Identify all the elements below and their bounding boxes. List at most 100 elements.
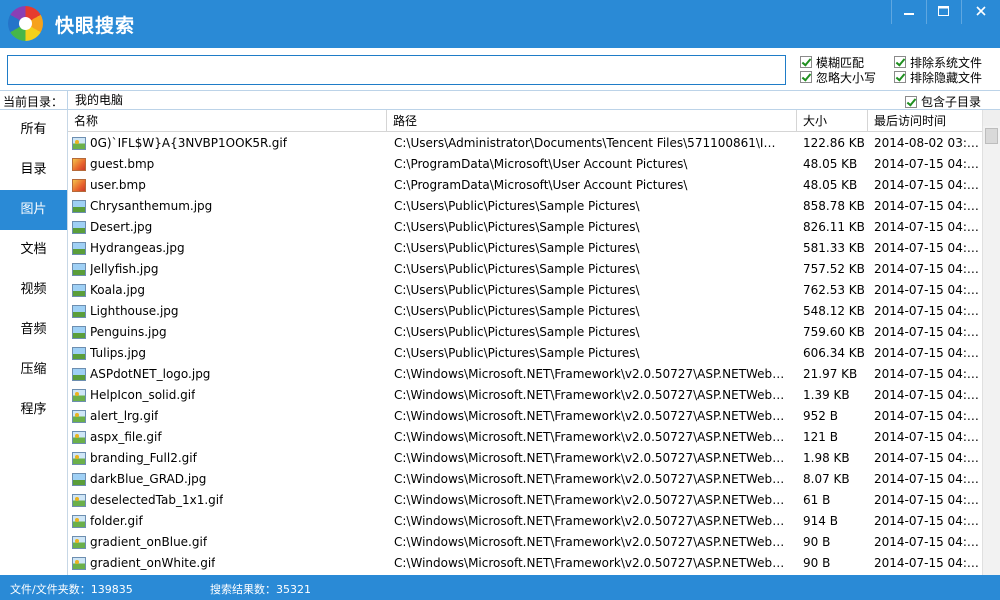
table-row[interactable]: Penguins.jpg C:\Users\Public\Pictures\Sam…: [68, 322, 982, 343]
table-row[interactable]: ASPdotNET_logo.jpg C:\Windows\Microsoft.N…: [68, 364, 982, 385]
jpg-icon: [72, 347, 86, 360]
option-ignore-case[interactable]: 忽略大小写: [800, 69, 876, 85]
app-logo-icon: [8, 6, 43, 41]
cell-last-access: 2014-07-15 04:05: [874, 262, 982, 276]
minimize-button[interactable]: [891, 0, 925, 24]
sidebar-item-documents[interactable]: 文档: [0, 230, 67, 270]
cell-name: 0G)`IFL$W}A{3NVBP1OOK5R.gif: [72, 133, 384, 154]
cell-name: Penguins.jpg: [72, 322, 384, 343]
category-sidebar: 所有 目录 图片 文档 视频 音频 压缩 程序: [0, 110, 68, 575]
option-label: 忽略大小写: [816, 70, 877, 85]
table-row[interactable]: folder.gif C:\Windows\Microsoft.NET\Frame…: [68, 511, 982, 532]
cell-last-access: 2014-08-02 03:58: [874, 136, 982, 150]
cell-name: Jellyfish.jpg: [72, 259, 384, 280]
table-row[interactable]: HelpIcon_solid.gif C:\Windows\Microsoft.N…: [68, 385, 982, 406]
cell-name: branding_Full2.gif: [72, 448, 384, 469]
jpg-icon: [72, 221, 86, 234]
results-table: 名称 路径 大小 最后访问时间 0G)`IFL$W}A{3NVBP1OOK5R.…: [68, 110, 1000, 575]
file-name: Tulips.jpg: [90, 346, 147, 360]
cell-path: C:\Windows\Microsoft.NET\Framework\v2.0.…: [394, 472, 786, 486]
table-row[interactable]: branding_Full2.gif C:\Windows\Microsoft.N…: [68, 448, 982, 469]
cell-last-access: 2014-07-15 04:05: [874, 220, 982, 234]
cell-name: guest.bmp: [72, 154, 384, 175]
cell-size: 914 B: [803, 514, 838, 528]
status-bar: 文件/文件夹数：139835 搜索结果数：35321: [0, 575, 1000, 600]
sidebar-item-videos[interactable]: 视频: [0, 270, 67, 310]
table-row[interactable]: Desert.jpg C:\Users\Public\Pictures\Sampl…: [68, 217, 982, 238]
table-row[interactable]: Chrysanthemum.jpg C:\Users\Public\Picture…: [68, 196, 982, 217]
cell-name: deselectedTab_1x1.gif: [72, 490, 384, 511]
cell-name: folder.gif: [72, 511, 384, 532]
sidebar-item-audio[interactable]: 音频: [0, 310, 67, 350]
file-name: Chrysanthemum.jpg: [90, 199, 213, 213]
file-name: Desert.jpg: [90, 220, 153, 234]
sidebar-item-folders[interactable]: 目录: [0, 150, 67, 190]
sidebar-item-programs[interactable]: 程序: [0, 390, 67, 430]
gif-icon: [72, 557, 86, 570]
cell-path: C:\Users\Public\Pictures\Sample Pictures…: [394, 304, 640, 318]
jpg-icon: [72, 305, 86, 318]
fuzzy-match-checkbox[interactable]: [800, 56, 812, 68]
table-row[interactable]: Tulips.jpg C:\Users\Public\Pictures\Sampl…: [68, 343, 982, 364]
sidebar-item-archives[interactable]: 压缩: [0, 350, 67, 390]
table-row[interactable]: Hydrangeas.jpg C:\Users\Public\Pictures\S…: [68, 238, 982, 259]
table-row[interactable]: user.bmp C:\ProgramData\Microsoft\User Ac…: [68, 175, 982, 196]
column-header-size[interactable]: 大小: [797, 110, 868, 132]
file-name: guest.bmp: [90, 157, 155, 171]
table-row[interactable]: alert_lrg.gif C:\Windows\Microsoft.NET\Fr…: [68, 406, 982, 427]
current-dir-value[interactable]: 我的电脑: [67, 91, 123, 110]
bmp-icon: [72, 158, 86, 171]
file-name: Jellyfish.jpg: [90, 262, 159, 276]
cell-size: 122.86 KB: [803, 136, 865, 150]
cell-name: Hydrangeas.jpg: [72, 238, 384, 259]
exclude-hidden-files-checkbox[interactable]: [894, 71, 906, 83]
table-row[interactable]: guest.bmp C:\ProgramData\Microsoft\User A…: [68, 154, 982, 175]
table-row[interactable]: 0G)`IFL$W}A{3NVBP1OOK5R.gif C:\Users\Admi…: [68, 133, 982, 154]
cell-name: Lighthouse.jpg: [72, 301, 384, 322]
table-row[interactable]: gradient_onBlue.gif C:\Windows\Microsoft.…: [68, 532, 982, 553]
table-row[interactable]: Jellyfish.jpg C:\Users\Public\Pictures\Sa…: [68, 259, 982, 280]
scroll-thumb[interactable]: [985, 128, 998, 144]
table-row[interactable]: gradient_onWhite.gif C:\Windows\Microsoft…: [68, 553, 982, 574]
sidebar-item-images[interactable]: 图片: [0, 190, 67, 230]
maximize-button[interactable]: [926, 0, 960, 24]
table-row[interactable]: darkBlue_GRAD.jpg C:\Windows\Microsoft.NE…: [68, 469, 982, 490]
cell-last-access: 2014-07-15 04:05: [874, 157, 982, 171]
table-row[interactable]: deselectedTab_1x1.gif C:\Windows\Microsof…: [68, 490, 982, 511]
table-row[interactable]: Koala.jpg C:\Users\Public\Pictures\Sample…: [68, 280, 982, 301]
column-header-name[interactable]: 名称: [68, 110, 387, 132]
close-button[interactable]: [961, 0, 1000, 24]
table-row[interactable]: Lighthouse.jpg C:\Users\Public\Pictures\S…: [68, 301, 982, 322]
cell-name: Chrysanthemum.jpg: [72, 196, 384, 217]
scroll-up-button[interactable]: [983, 110, 1000, 126]
ignore-case-checkbox[interactable]: [800, 71, 812, 83]
cell-size: 8.07 KB: [803, 472, 850, 486]
option-exclude-hidden-files[interactable]: 排除隐藏文件: [894, 69, 982, 85]
cell-size: 21.97 KB: [803, 367, 858, 381]
cell-name: Koala.jpg: [72, 280, 384, 301]
cell-name: gradient_onBlue.gif: [72, 532, 384, 553]
cell-last-access: 2014-07-15 04:05: [874, 430, 982, 444]
include-subdirs-label: 包含子目录: [921, 95, 982, 109]
cell-path: C:\Windows\Microsoft.NET\Framework\v2.0.…: [394, 430, 786, 444]
gif-icon: [72, 515, 86, 528]
sidebar-item-all[interactable]: 所有: [0, 110, 67, 150]
cell-last-access: 2014-07-15 04:05: [874, 472, 982, 486]
file-name: branding_Full2.gif: [90, 451, 197, 465]
include-subdirs-option[interactable]: 包含子目录: [905, 93, 1000, 110]
column-header-path[interactable]: 路径: [387, 110, 797, 132]
search-area: 模糊匹配 排除系统文件 忽略大小写 排除隐藏文件: [0, 48, 1000, 90]
cell-name: alert_lrg.gif: [72, 406, 384, 427]
cell-size: 61 B: [803, 493, 831, 507]
column-header-last-access[interactable]: 最后访问时间: [868, 110, 982, 132]
file-name: darkBlue_GRAD.jpg: [90, 472, 207, 486]
vertical-scrollbar[interactable]: [982, 110, 1000, 575]
table-row[interactable]: aspx_file.gif C:\Windows\Microsoft.NET\Fr…: [68, 427, 982, 448]
search-input[interactable]: [7, 55, 786, 85]
cell-last-access: 2014-07-15 04:05: [874, 178, 982, 192]
jpg-icon: [72, 242, 86, 255]
include-subdirs-checkbox[interactable]: [905, 95, 917, 108]
exclude-system-files-checkbox[interactable]: [894, 56, 906, 68]
cell-last-access: 2014-07-15 04:05: [874, 325, 982, 339]
cell-path: C:\Users\Public\Pictures\Sample Pictures…: [394, 346, 640, 360]
